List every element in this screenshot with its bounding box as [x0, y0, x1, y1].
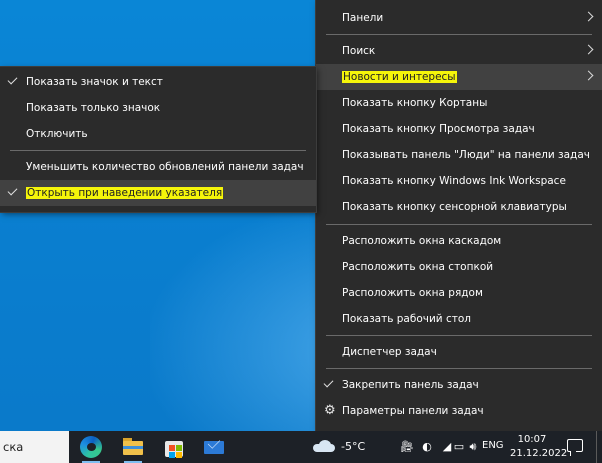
show-desktop-button[interactable]	[596, 431, 597, 463]
chevron-right-icon	[583, 70, 594, 81]
news-and-interests-submenu: Показать значок и текст Показать только …	[0, 67, 316, 212]
menu-item-label: Открыть при наведении указателя	[26, 187, 224, 199]
submenu-item-show-icon-and-text[interactable]: Показать значок и текст	[0, 69, 316, 95]
menu-item-label: Уменьшить количество обновлений панели з…	[26, 161, 304, 173]
menu-item-news-and-interests[interactable]: Новости и интересы	[316, 64, 602, 90]
highlighted-text: Новости и интересы	[342, 71, 457, 83]
store-logo-yellow	[176, 452, 182, 458]
system-clock[interactable]: 10:07 21.12.2022	[510, 433, 568, 461]
clock-date: 21.12.2022	[510, 448, 568, 459]
menu-item-show-people-bar[interactable]: Показывать панель "Люди" на панели задач	[316, 142, 602, 168]
menu-item-show-task-view-button[interactable]: Показать кнопку Просмотра задач	[316, 116, 602, 142]
menu-item-label: Расположить окна рядом	[342, 287, 483, 299]
menu-item-label: Показать кнопку сенсорной клавиатуры	[342, 201, 567, 213]
notification-center-icon[interactable]	[567, 439, 583, 456]
checkmark-icon	[7, 74, 18, 85]
network-icon[interactable]: ◐	[420, 440, 434, 454]
menu-item-task-manager[interactable]: Диспетчер задач	[316, 339, 602, 365]
menu-item-stack-windows[interactable]: Расположить окна стопкой	[316, 254, 602, 280]
menu-item-search[interactable]: Поиск	[316, 38, 602, 64]
checkmark-icon	[323, 377, 334, 388]
menu-separator	[326, 335, 592, 336]
highlighted-text: Открыть при наведении указателя	[26, 187, 224, 199]
file-explorer-icon[interactable]	[122, 436, 144, 463]
store-logo-blue	[169, 452, 175, 458]
menu-item-side-by-side-windows[interactable]: Расположить окна рядом	[316, 280, 602, 306]
menu-item-label: Расположить окна стопкой	[342, 261, 494, 273]
meet-now-icon[interactable]: 🎥︎	[400, 440, 414, 454]
store-logo-green	[176, 445, 182, 451]
edge-icon[interactable]	[80, 436, 102, 463]
store-icon[interactable]	[163, 436, 185, 458]
checkmark-icon	[7, 185, 18, 196]
menu-item-label: Показать кнопку Кортаны	[342, 97, 488, 109]
menu-separator	[326, 224, 592, 225]
gear-icon: ⚙	[324, 403, 336, 418]
clock-time: 10:07	[517, 434, 547, 445]
menu-item-label: Показывать панель "Люди" на панели задач	[342, 149, 590, 161]
weather-temperature[interactable]: -5°C	[341, 440, 365, 453]
search-text: ска	[3, 440, 24, 454]
menu-item-label: Показать значок и текст	[26, 76, 163, 88]
language-indicator[interactable]: ENG	[482, 440, 504, 451]
menu-item-show-desktop[interactable]: Показать рабочий стол	[316, 306, 602, 332]
submenu-item-turn-off[interactable]: Отключить	[0, 121, 316, 147]
menu-item-lock-taskbar[interactable]: Закрепить панель задач	[316, 372, 602, 398]
menu-item-label: Показать только значок	[26, 102, 161, 114]
menu-item-label: Параметры панели задач	[342, 405, 484, 417]
menu-item-label: Панели	[342, 12, 384, 24]
submenu-item-show-icon-only[interactable]: Показать только значок	[0, 95, 316, 121]
menu-item-label: Диспетчер задач	[342, 346, 437, 358]
menu-item-taskbar-settings[interactable]: ⚙ Параметры панели задач	[316, 398, 602, 424]
store-logo-red	[169, 445, 175, 451]
chevron-right-icon	[583, 44, 594, 55]
menu-separator	[10, 150, 306, 151]
speaker-icon[interactable]: 🔊︎	[466, 440, 480, 454]
menu-item-show-ink-workspace-button[interactable]: Показать кнопку Windows Ink Workspace	[316, 168, 602, 194]
menu-item-label: Расположить окна каскадом	[342, 235, 502, 247]
cloud-part	[319, 440, 331, 450]
message-icon[interactable]: ▭	[452, 440, 466, 454]
mail-icon[interactable]	[203, 436, 225, 458]
menu-separator	[326, 368, 592, 369]
menu-item-label: Закрепить панель задач	[342, 379, 479, 391]
menu-item-show-cortana-button[interactable]: Показать кнопку Кортаны	[316, 90, 602, 116]
menu-item-label: Показать кнопку Просмотра задач	[342, 123, 535, 135]
taskbar-context-menu: Панели Поиск Новости и интересы Показать…	[316, 0, 602, 431]
menu-item-label: Новости и интересы	[342, 71, 457, 83]
menu-item-panels[interactable]: Панели	[316, 5, 602, 31]
search-input[interactable]: ска	[0, 431, 69, 463]
menu-item-cascade-windows[interactable]: Расположить окна каскадом	[316, 228, 602, 254]
cloud-icon[interactable]	[313, 440, 335, 452]
folder-band	[123, 446, 143, 449]
menu-item-label: Отключить	[26, 128, 88, 140]
submenu-item-open-on-hover[interactable]: Открыть при наведении указателя	[0, 180, 316, 206]
menu-item-label: Поиск	[342, 45, 376, 57]
menu-item-label: Показать рабочий стол	[342, 313, 471, 325]
taskbar: ска -5°C 🎥︎ ◐ ◢ ▭ 🔊︎ ENG 10:07 21.12.202…	[0, 431, 602, 463]
menu-item-label: Показать кнопку Windows Ink Workspace	[342, 175, 566, 187]
chevron-right-icon	[583, 11, 594, 22]
menu-item-show-touch-keyboard-button[interactable]: Показать кнопку сенсорной клавиатуры	[316, 194, 602, 220]
menu-separator	[326, 34, 592, 35]
submenu-item-reduce-taskbar-updates[interactable]: Уменьшить количество обновлений панели з…	[0, 154, 316, 180]
